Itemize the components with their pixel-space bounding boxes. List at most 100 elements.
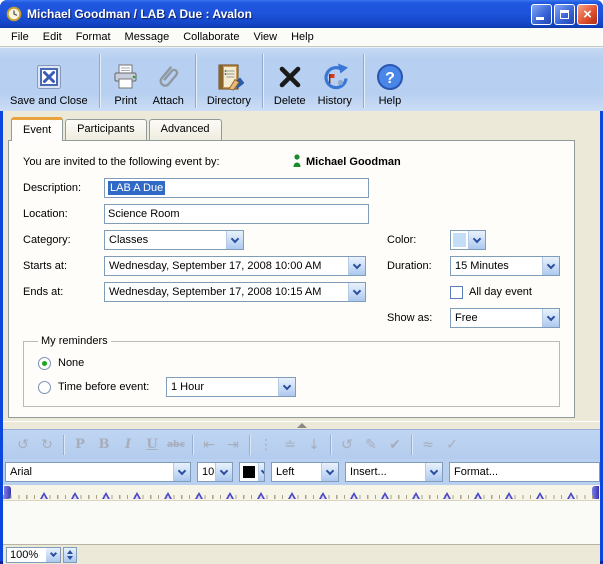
tab-event[interactable]: Event bbox=[11, 117, 63, 141]
color-select[interactable] bbox=[450, 230, 486, 250]
chevron-down-icon bbox=[278, 378, 295, 396]
format-toolbar: ↺ ↻ P B I U abc ⇤ ⇥ ⋮ ≐ ↓ ↺ ✎ ✔ ≈ ✓ bbox=[3, 429, 600, 459]
menu-file[interactable]: File bbox=[4, 29, 36, 45]
ends-row: Ends at: Wednesday, September 17, 2008 1… bbox=[23, 281, 560, 303]
tab-stop-marker[interactable] bbox=[443, 492, 451, 499]
help-button[interactable]: ? Help bbox=[369, 53, 411, 109]
delete-icon bbox=[275, 60, 305, 94]
spin-up-icon bbox=[67, 550, 73, 554]
directory-button[interactable]: Directory bbox=[201, 53, 257, 109]
tab-stop-marker[interactable] bbox=[412, 492, 420, 499]
location-label: Location: bbox=[23, 208, 104, 220]
minimize-button[interactable] bbox=[531, 4, 552, 25]
font-size-select[interactable]: 10 bbox=[197, 462, 233, 482]
event-form: You are invited to the following event b… bbox=[8, 140, 575, 418]
all-day-label: All day event bbox=[469, 286, 532, 298]
starts-select[interactable]: Wednesday, September 17, 2008 10:00 AM bbox=[104, 256, 366, 276]
menu-format[interactable]: Format bbox=[69, 29, 118, 45]
reminder-time-radio[interactable] bbox=[38, 381, 51, 394]
location-row: Location: Science Room bbox=[23, 203, 560, 225]
reminder-time-select[interactable]: 1 Hour bbox=[166, 377, 296, 397]
ruler[interactable] bbox=[3, 485, 600, 501]
category-row: Category: Classes Color: bbox=[23, 229, 560, 251]
tab-stop-marker[interactable] bbox=[288, 492, 296, 499]
menu-view[interactable]: View bbox=[246, 29, 284, 45]
description-input[interactable]: LAB A Due bbox=[104, 178, 369, 198]
titlebar[interactable]: Michael Goodman / LAB A Due : Avalon × bbox=[0, 0, 603, 28]
tab-stop-marker[interactable] bbox=[257, 492, 265, 499]
splitter-handle[interactable] bbox=[3, 421, 600, 429]
format-select[interactable]: Format... bbox=[449, 462, 600, 482]
tab-stop-marker[interactable] bbox=[381, 492, 389, 499]
delete-button[interactable]: Delete bbox=[268, 53, 312, 109]
attach-button[interactable]: Attach bbox=[147, 53, 190, 109]
color-label: Color: bbox=[387, 234, 450, 246]
align-select[interactable]: Left bbox=[271, 462, 339, 482]
tab-area: Event Participants Advanced You are invi… bbox=[3, 111, 600, 421]
menu-message[interactable]: Message bbox=[118, 29, 177, 45]
history-button[interactable]: History bbox=[312, 53, 358, 109]
chevron-down-icon bbox=[542, 309, 559, 327]
menu-collaborate[interactable]: Collaborate bbox=[176, 29, 246, 45]
tab-advanced[interactable]: Advanced bbox=[149, 119, 222, 140]
help-icon: ? bbox=[375, 60, 405, 94]
chevron-down-icon bbox=[348, 283, 365, 301]
tab-stop-marker[interactable] bbox=[133, 492, 141, 499]
all-day-checkbox[interactable] bbox=[450, 286, 463, 299]
ends-select[interactable]: Wednesday, September 17, 2008 10:15 AM bbox=[104, 282, 366, 302]
font-color-swatch bbox=[243, 466, 255, 478]
reminder-none-radio[interactable] bbox=[38, 357, 51, 370]
starts-label: Starts at: bbox=[23, 260, 104, 272]
tab-stop-marker[interactable] bbox=[40, 492, 48, 499]
tab-stop-marker[interactable] bbox=[71, 492, 79, 499]
underline-icon: U bbox=[140, 437, 164, 452]
tab-stop-marker[interactable] bbox=[319, 492, 327, 499]
tab-stop-marker[interactable] bbox=[102, 492, 110, 499]
svg-text:?: ? bbox=[385, 70, 395, 87]
show-as-label: Show as: bbox=[387, 312, 450, 324]
font-family-select[interactable]: Arial bbox=[5, 462, 191, 482]
duration-select[interactable]: 15 Minutes bbox=[450, 256, 560, 276]
font-color-select[interactable] bbox=[239, 462, 265, 482]
strikethrough-icon: abc bbox=[164, 440, 188, 450]
location-value: Science Room bbox=[108, 208, 180, 220]
ends-label: Ends at: bbox=[23, 286, 104, 298]
tab-stop-marker[interactable] bbox=[226, 492, 234, 499]
plain-text-icon: P bbox=[68, 437, 92, 452]
maximize-button[interactable] bbox=[554, 4, 575, 25]
tab-stop-marker[interactable] bbox=[350, 492, 358, 499]
tab-stop-marker[interactable] bbox=[195, 492, 203, 499]
location-input[interactable]: Science Room bbox=[104, 204, 369, 224]
show-as-row: Show as: Free bbox=[23, 307, 560, 329]
zoom-spinner[interactable] bbox=[63, 547, 77, 563]
history-icon bbox=[320, 60, 350, 94]
menu-help[interactable]: Help bbox=[284, 29, 321, 45]
category-select[interactable]: Classes bbox=[104, 230, 244, 250]
pen-icon: ✎ bbox=[359, 437, 383, 453]
message-body[interactable] bbox=[3, 501, 600, 544]
description-label: Description: bbox=[23, 182, 104, 194]
tab-stop-marker[interactable] bbox=[567, 492, 575, 499]
zoom-dropdown-button[interactable] bbox=[46, 547, 61, 563]
organizer: Michael Goodman bbox=[293, 154, 401, 170]
tab-stop-marker[interactable] bbox=[164, 492, 172, 499]
person-icon bbox=[293, 154, 301, 170]
tab-stop-marker[interactable] bbox=[505, 492, 513, 499]
print-button[interactable]: Print bbox=[105, 53, 147, 109]
close-button[interactable]: × bbox=[577, 4, 598, 25]
invited-by-label: You are invited to the following event b… bbox=[23, 156, 293, 168]
bold-icon: B bbox=[92, 437, 116, 452]
toolbar-separator bbox=[262, 54, 263, 108]
tab-participants[interactable]: Participants bbox=[65, 119, 146, 140]
tab-stop-marker[interactable] bbox=[474, 492, 482, 499]
zoom-value[interactable]: 100% bbox=[6, 547, 46, 563]
save-and-close-button[interactable]: Save and Close bbox=[4, 53, 94, 109]
show-as-select[interactable]: Free bbox=[450, 308, 560, 328]
description-row: Description: LAB A Due bbox=[23, 177, 560, 199]
chevron-down-icon bbox=[468, 231, 485, 249]
insert-select[interactable]: Insert... bbox=[345, 462, 443, 482]
zoom-control: 100% bbox=[6, 547, 77, 563]
font-bar: Arial 10 Left Insert... Format... bbox=[3, 459, 600, 485]
menu-edit[interactable]: Edit bbox=[36, 29, 69, 45]
tab-stop-marker[interactable] bbox=[536, 492, 544, 499]
